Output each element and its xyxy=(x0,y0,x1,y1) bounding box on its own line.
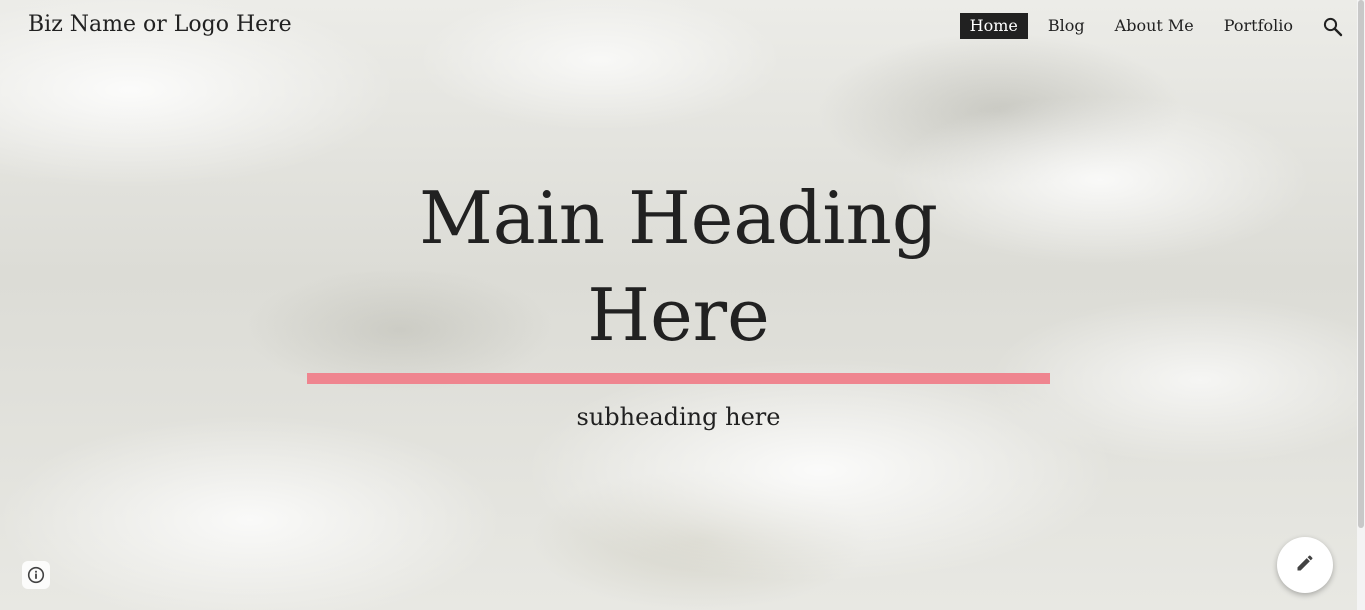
main-nav: Home Blog About Me Portfolio xyxy=(959,13,1303,39)
nav-item-about-me[interactable]: About Me xyxy=(1105,13,1204,39)
hero-section: Main Heading Here xyxy=(307,170,1050,364)
page-scrollbar[interactable] xyxy=(1357,0,1365,610)
nav-item-blog[interactable]: Blog xyxy=(1038,13,1095,39)
scrollbar-thumb[interactable] xyxy=(1358,0,1364,528)
nav-item-portfolio[interactable]: Portfolio xyxy=(1214,13,1303,39)
main-heading: Main Heading Here xyxy=(419,176,938,357)
subheading: subheading here xyxy=(576,403,781,431)
info-icon[interactable] xyxy=(22,561,50,589)
heading-divider xyxy=(307,373,1050,384)
edit-button[interactable] xyxy=(1277,537,1333,593)
search-icon[interactable] xyxy=(1321,15,1345,39)
site-header: Biz Name or Logo Here Home Blog About Me… xyxy=(0,0,1365,56)
site-logo[interactable]: Biz Name or Logo Here xyxy=(28,12,292,37)
nav-item-home[interactable]: Home xyxy=(959,13,1028,39)
pencil-icon xyxy=(1295,553,1315,577)
